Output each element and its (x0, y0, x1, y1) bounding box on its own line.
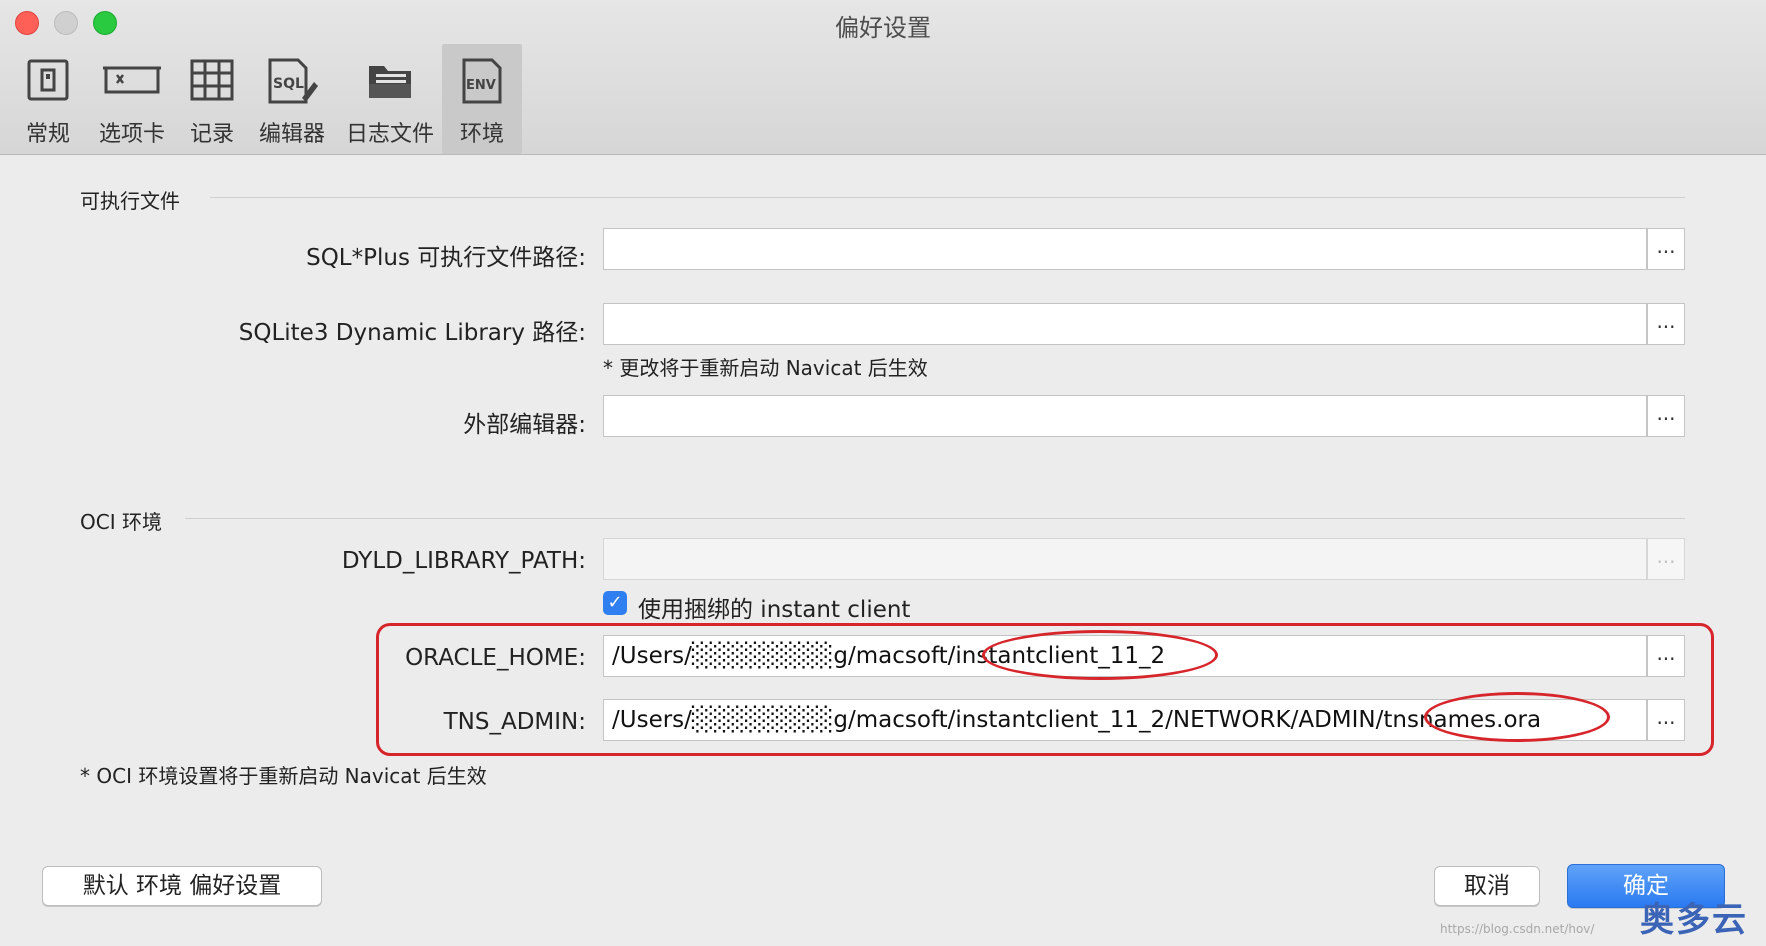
env-icon-text: ENV (466, 78, 496, 93)
annotation-ellipse-tnsnames (1424, 692, 1610, 742)
tab-editor-label: 编辑器 (258, 122, 325, 147)
sql-icon-text: SQL (273, 76, 304, 92)
executables-divider (210, 197, 1685, 198)
sqlplus-path-input[interactable] (603, 228, 1647, 270)
tab-records[interactable]: 记录 (180, 44, 244, 154)
tab-environment-label: 环境 (459, 122, 504, 147)
tab-log-files[interactable]: 日志文件 (340, 44, 440, 154)
sqlite-path-label: SQLite3 Dynamic Library 路径: (238, 320, 586, 346)
dyld-browse-button[interactable]: ... (1647, 538, 1685, 580)
use-bundled-client-checkbox[interactable]: ✓ (603, 591, 627, 615)
use-bundled-client-label: 使用捆绑的 instant client (638, 597, 911, 623)
watermark-url: https://blog.csdn.net/hov/ (1440, 922, 1595, 936)
preferences-window: 偏好设置 常规 选项卡 记录 SQL 编辑器 日志文件 ENV 环境 可执行文件… (0, 0, 1766, 946)
tab-log-files-label: 日志文件 (345, 122, 434, 147)
annotation-ellipse-instantclient (982, 630, 1218, 680)
restore-defaults-button[interactable]: 默认 环境 偏好设置 (42, 866, 322, 906)
sqlplus-path-label: SQL*Plus 可执行文件路径: (306, 245, 586, 271)
tab-editor[interactable]: SQL 编辑器 (252, 44, 332, 154)
cancel-button[interactable]: 取消 (1434, 866, 1540, 906)
tab-tabs-label: 选项卡 (98, 122, 165, 147)
oci-divider (185, 518, 1685, 519)
sql-editor-icon: SQL (268, 58, 318, 104)
external-editor-browse-button[interactable]: ... (1647, 395, 1685, 437)
external-editor-input[interactable] (603, 395, 1647, 437)
sqlite-path-input[interactable] (603, 303, 1647, 345)
env-icon: ENV (462, 58, 502, 104)
sqlplus-browse-button[interactable]: ... (1647, 228, 1685, 270)
restart-note: * 更改将于重新启动 Navicat 后生效 (603, 356, 928, 380)
folder-icon (369, 66, 411, 98)
oci-heading: OCI 环境 (80, 510, 162, 534)
grid-icon (190, 59, 234, 101)
dyld-label: DYLD_LIBRARY_PATH: (341, 548, 586, 574)
sqlite-browse-button[interactable]: ... (1647, 303, 1685, 345)
external-editor-label: 外部编辑器: (463, 412, 586, 438)
general-icon (27, 59, 69, 101)
oci-restart-note: * OCI 环境设置将于重新启动 Navicat 后生效 (80, 764, 487, 788)
executables-heading: 可执行文件 (80, 189, 180, 213)
tab-icon (103, 66, 161, 94)
title-bar: 偏好设置 常规 选项卡 记录 SQL 编辑器 日志文件 ENV 环境 (0, 0, 1766, 155)
watermark-logo: 奥多云 (1640, 900, 1748, 940)
tab-general[interactable]: 常规 (12, 44, 84, 154)
tab-tabs[interactable]: 选项卡 (86, 44, 178, 154)
window-title: 偏好设置 (835, 14, 931, 42)
tab-records-label: 记录 (189, 122, 234, 147)
dyld-input[interactable] (603, 538, 1647, 580)
tab-general-label: 常规 (25, 122, 70, 147)
tab-environment[interactable]: ENV 环境 (442, 44, 522, 154)
